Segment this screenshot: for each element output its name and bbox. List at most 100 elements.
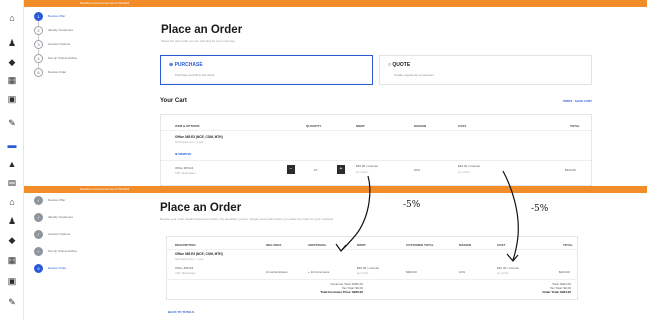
step-review-order[interactable]: 5 Review Order (30, 262, 102, 279)
step-review-offer[interactable]: ✓ Review Offer (30, 194, 102, 211)
additional-value: + 10 increments (308, 270, 330, 274)
col-msrp: MSRP (356, 124, 365, 128)
step-check: ✓ (34, 196, 43, 205)
page-title: Place an Order (160, 202, 242, 214)
quote-card[interactable]: ○ QUOTE Create a quote for a customer (379, 55, 592, 85)
step-label: Account Options (48, 42, 71, 46)
quantity-increase-button[interactable]: + (337, 165, 345, 174)
wrench-icon[interactable]: ✎ (7, 298, 17, 307)
col-cost: COST (497, 243, 506, 247)
cost-value: $32.40 / License (497, 266, 520, 270)
customer-totals: Customer Total: $360.00 Tax Total: $0.00… (320, 282, 363, 294)
grid-icon[interactable]: ▦ (7, 256, 17, 265)
step-label: Review Order (48, 70, 67, 74)
step-number: 5 (34, 68, 43, 77)
step-review-offer[interactable]: 1 Review Offer (30, 10, 102, 26)
col-description: DESCRIPTION (175, 243, 196, 247)
order-steps: ✓ Review Offer ✓ Identify Customers ✓ Ac… (30, 194, 102, 279)
step-label: Identify Customers (48, 28, 74, 32)
col-total: TOTAL (570, 124, 580, 128)
monitor-icon[interactable]: ▣ (7, 95, 17, 104)
step-number: 3 (34, 40, 43, 49)
header-divider (161, 130, 591, 131)
order-total-bold: Order Total: $324.00 (542, 290, 571, 294)
step-label: Review Offer (48, 14, 66, 18)
step-account-options[interactable]: 3 Account Options (30, 38, 102, 54)
order-type-cards: ⊕ PURCHASE Purchase and bill to the clie… (160, 55, 592, 85)
grid-icon[interactable]: ▦ (7, 76, 17, 85)
col-item: ITEM & OPTIONS (175, 124, 200, 128)
product-name: Office 365 E3 (NCE, COM, MTH) (175, 252, 223, 256)
tag-icon[interactable]: ◆ (7, 58, 17, 67)
line-sub: CSP / Marketplace (175, 172, 196, 175)
remove-link[interactable]: ⊗ REMOVE (175, 152, 191, 156)
quantity-decrease-button[interactable]: − (287, 165, 295, 174)
top-screenshot-panel: ⌂ ♟ ◆ ▦ ▣ ✎ ▬ ▲ ▤ Sandbox environment as… (0, 0, 647, 186)
step-check: ✓ (34, 213, 43, 222)
quantity-value[interactable]: 10 (314, 168, 317, 172)
line-total: $324.00 (565, 168, 576, 172)
includes-value: 10 subscriptions (266, 270, 288, 274)
step-check: ✓ (34, 230, 43, 239)
header-divider (167, 249, 577, 250)
col-margin: MARGIN (459, 243, 472, 247)
step-label: Identify Customers (48, 215, 74, 219)
home-icon[interactable]: ⌂ (7, 14, 17, 23)
step-identify-customers[interactable]: ✓ Identify Customers (30, 211, 102, 228)
cost-sub: per month (458, 171, 470, 174)
step-label: Set Up Trial and More (48, 56, 78, 60)
page-header: Place an Order Select the items that you… (161, 24, 597, 43)
customer-total-value: $360.00 (406, 270, 417, 274)
margin-value[interactable]: 20% (414, 168, 420, 172)
msrp-value: $36.00 / License (357, 266, 380, 270)
msrp-value: $36.00 / License (356, 164, 379, 168)
purchase-card-sub: Purchase and bill to the client (175, 73, 215, 77)
col-total: TOTAL (563, 243, 573, 247)
col-includes: INCLUDES (266, 243, 282, 247)
tag-icon[interactable]: ◆ (7, 236, 17, 245)
step-review-order[interactable]: 5 Review Order (30, 66, 102, 80)
cost-sub: per month (497, 272, 509, 275)
print-save-cart-link[interactable]: PRINT · SAVE CART (563, 99, 592, 103)
building-icon[interactable]: ▲ (7, 160, 17, 169)
product-sub: Subscription term · 1 year (175, 258, 204, 261)
cart-header: Your Cart PRINT · SAVE CART (160, 98, 592, 106)
step-account-options[interactable]: ✓ Account Options (30, 228, 102, 245)
remove-label: REMOVE (178, 152, 192, 156)
annotation-left-margin: -5% (403, 200, 421, 210)
page-title: Place an Order (161, 24, 243, 36)
step-identify-customers[interactable]: 2 Identify Customers (30, 24, 102, 40)
environment-banner: Sandbox environment as of 7/1/2024 (24, 186, 647, 193)
col-margin: MARGIN (414, 124, 427, 128)
back-to-totals-link[interactable]: BACK TO TOTALS (168, 310, 194, 314)
msrp-sub: per month (357, 272, 369, 275)
users-icon[interactable]: ♟ (7, 217, 17, 226)
cart-icon[interactable]: ▬ (7, 141, 17, 150)
quote-card-title: ○ QUOTE (388, 62, 411, 68)
step-setup-trial[interactable]: ✓ Set Up Trial and More (30, 245, 102, 262)
line-name: Office 365 E3 (175, 266, 194, 270)
step-number: 4 (34, 54, 43, 63)
purchase-card[interactable]: ⊕ PURCHASE Purchase and bill to the clie… (160, 55, 373, 85)
bottom-screenshot-panel: ⌂ ♟ ◆ ▦ ▣ ✎ Sandbox environment as of 7/… (0, 186, 647, 320)
step-label: Review Order (48, 266, 67, 270)
banner-text: Sandbox environment as of 7/1/2024 (80, 1, 130, 5)
order-steps: 1 Review Offer 2 Identify Customers 3 Ac… (30, 10, 102, 80)
wrench-icon[interactable]: ✎ (7, 119, 17, 128)
step-number: 2 (34, 26, 43, 35)
home-icon[interactable]: ⌂ (7, 198, 17, 207)
purchase-card-title: ⊕ PURCHASE (169, 62, 203, 68)
page-subtitle: Review your order details below and conf… (160, 217, 334, 221)
step-label: Review Offer (48, 198, 66, 202)
page-header: Place an Order Review your order details… (160, 202, 595, 221)
col-customer-total: CUSTOMER TOTAL (406, 243, 434, 247)
row-divider (161, 160, 591, 161)
product-name: Office 365 E3 (NCE, COM, MTH) (175, 135, 223, 139)
users-icon[interactable]: ♟ (7, 39, 17, 48)
monitor-icon[interactable]: ▣ (7, 277, 17, 286)
customer-price-line: Total Customer Price: $360.00 (320, 290, 363, 294)
step-setup-trial[interactable]: 4 Set Up Trial and More (30, 52, 102, 68)
table-icon[interactable]: ▤ (7, 179, 17, 187)
quote-label: QUOTE (392, 62, 411, 68)
cart-heading: Your Cart (160, 98, 187, 104)
